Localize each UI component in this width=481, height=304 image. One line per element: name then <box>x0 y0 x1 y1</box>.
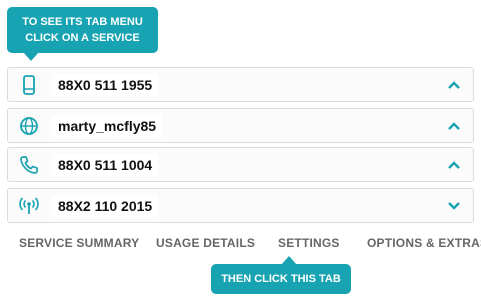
globe-icon <box>18 115 40 137</box>
service-callout: TO SEE ITS TAB MENU CLICK ON A SERVICE <box>7 7 158 61</box>
service-row-landline[interactable]: 88X0 511 1004 <box>7 147 474 182</box>
chevron-up-icon[interactable] <box>447 120 461 132</box>
service-number: 88X0 511 1004 <box>52 154 159 176</box>
service-row-mobile[interactable]: 88X0 511 1955 <box>7 67 474 102</box>
chevron-up-icon[interactable] <box>447 159 461 171</box>
service-row-wireless[interactable]: 88X2 110 2015 <box>7 188 474 223</box>
tab-settings[interactable]: SETTINGS <box>278 236 340 250</box>
callout-line-2: CLICK ON A SERVICE <box>25 32 140 44</box>
tab-bar: SERVICE SUMMARY USAGE DETAILS SETTINGS O… <box>7 236 481 252</box>
service-number: marty_mcfly85 <box>52 115 163 137</box>
settings-callout: THEN CLICK THIS TAB <box>211 256 351 294</box>
service-number: 88X0 511 1955 <box>52 74 159 96</box>
callout-text: THEN CLICK THIS TAB <box>221 273 341 285</box>
mobile-phone-icon <box>18 74 40 96</box>
wireless-signal-icon <box>18 195 40 217</box>
tab-options-extras[interactable]: OPTIONS & EXTRAS <box>367 236 481 250</box>
chevron-down-icon[interactable] <box>447 200 461 212</box>
service-row-internet[interactable]: marty_mcfly85 <box>7 108 474 143</box>
tab-service-summary[interactable]: SERVICE SUMMARY <box>19 236 139 250</box>
chevron-up-icon[interactable] <box>447 79 461 91</box>
service-number: 88X2 110 2015 <box>52 195 159 217</box>
tab-usage-details[interactable]: USAGE DETAILS <box>156 236 255 250</box>
callout-line-1: TO SEE ITS TAB MENU <box>22 16 143 28</box>
phone-handset-icon <box>18 154 40 176</box>
